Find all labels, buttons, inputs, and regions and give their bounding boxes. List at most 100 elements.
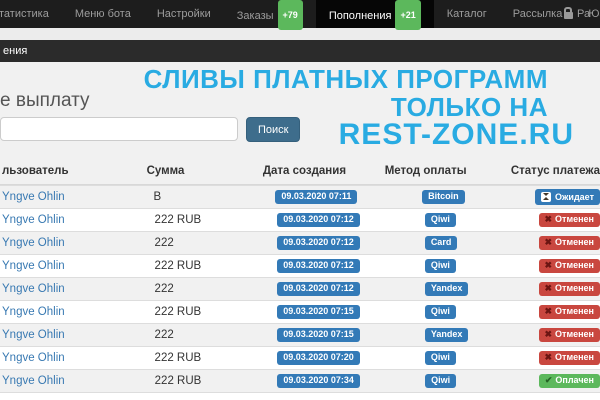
status-label: Отменен bbox=[555, 260, 594, 270]
date-badge: 09.03.2020 07:12 bbox=[277, 282, 360, 297]
status-label: Оплачен bbox=[555, 375, 594, 385]
user-link[interactable]: Yngve Ohlin bbox=[2, 191, 65, 203]
navbar-items: татистика Меню бота Настройки Заказы+79 … bbox=[0, 0, 600, 28]
hourglass-icon bbox=[541, 192, 551, 202]
method-badge: Qiwi bbox=[425, 351, 456, 366]
status-badge-cancelled: ✖Отменен bbox=[539, 236, 600, 251]
nav-item-label: Заказы bbox=[237, 10, 274, 22]
amount-cell: B bbox=[154, 191, 276, 203]
search-button[interactable]: Поиск bbox=[246, 117, 300, 142]
status-badge-cancelled: ✖Отменен bbox=[539, 351, 600, 366]
table-row: Yngve Ohlin 222 RUB 09.03.2020 07:20 Qiw… bbox=[0, 346, 600, 369]
user-link[interactable]: Yngve Ohlin bbox=[2, 329, 65, 341]
page: татистика Меню бота Настройки Заказы+79 … bbox=[0, 0, 600, 400]
logout-label: Ра bbox=[577, 8, 590, 20]
amount-cell: 222 bbox=[155, 237, 278, 249]
header-status: Статус платежа bbox=[503, 165, 600, 177]
amount-cell: 222 RUB bbox=[155, 352, 278, 364]
date-badge: 09.03.2020 07:15 bbox=[277, 328, 360, 343]
table-header-row: льзователь Сумма Дата создания Метод опл… bbox=[0, 158, 600, 185]
amount-cell: 222 bbox=[155, 329, 278, 341]
amount-cell: 222 RUB bbox=[155, 375, 278, 387]
method-badge: Card bbox=[425, 236, 458, 251]
status-badge-pending: Ожидает bbox=[535, 189, 600, 205]
page-title: е выплату bbox=[0, 90, 90, 112]
nav-item-topups[interactable]: Пополнения+21 bbox=[316, 0, 434, 28]
table-row: Yngve Ohlin 222 09.03.2020 07:12 Yandex … bbox=[0, 277, 600, 300]
method-badge: Yandex bbox=[425, 282, 469, 297]
amount-cell: 222 bbox=[155, 283, 278, 295]
watermark-line-2: ТОЛЬКО НА bbox=[391, 92, 548, 123]
cross-icon: ✖ bbox=[545, 237, 553, 247]
header-amount: Сумма bbox=[147, 165, 263, 177]
nav-item-bot-menu[interactable]: Меню бота bbox=[62, 0, 144, 28]
status-label: Ожидает bbox=[555, 192, 594, 202]
lock-icon bbox=[564, 12, 573, 19]
date-badge: 09.03.2020 07:34 bbox=[277, 374, 360, 389]
amount-cell: 222 RUB bbox=[155, 306, 278, 318]
user-link[interactable]: Yngve Ohlin bbox=[2, 352, 65, 364]
header-date: Дата создания bbox=[263, 165, 385, 177]
table-row: Yngve Ohlin 222 RUB 09.03.2020 07:12 Qiw… bbox=[0, 208, 600, 231]
user-link[interactable]: Yngve Ohlin bbox=[2, 306, 65, 318]
date-badge: 09.03.2020 07:12 bbox=[277, 213, 360, 228]
nav-item-orders[interactable]: Заказы +79 bbox=[224, 0, 316, 28]
breadcrumb-bar: ения bbox=[0, 40, 600, 62]
method-badge: Yandex bbox=[425, 328, 469, 343]
watermark-line-3: REST-ZONE.RU bbox=[339, 118, 574, 152]
orders-count-badge: +79 bbox=[278, 0, 303, 30]
user-link[interactable]: Yngve Ohlin bbox=[2, 375, 65, 387]
nav-item-settings[interactable]: Настройки bbox=[144, 0, 224, 28]
breadcrumb: ения bbox=[3, 45, 27, 57]
status-badge-cancelled: ✖Отменен bbox=[539, 259, 600, 274]
cross-icon: ✖ bbox=[545, 306, 553, 316]
table-row: Yngve Ohlin B 09.03.2020 07:11 Bitcoin О… bbox=[0, 185, 600, 208]
status-label: Отменен bbox=[555, 306, 594, 316]
topups-count-badge: +21 bbox=[395, 0, 420, 30]
table-row: Yngve Ohlin 222 RUB 09.03.2020 07:12 Qiw… bbox=[0, 254, 600, 277]
payments-table: льзователь Сумма Дата создания Метод опл… bbox=[0, 158, 600, 400]
method-badge: Qiwi bbox=[425, 259, 456, 274]
user-link[interactable]: Yngve Ohlin bbox=[2, 260, 65, 272]
cross-icon: ✖ bbox=[545, 214, 553, 224]
cross-icon: ✖ bbox=[545, 260, 553, 270]
table-row: Yngve Ohlin 222 RUB 09.03.2020 07:15 Qiw… bbox=[0, 300, 600, 323]
status-label: Отменен bbox=[555, 283, 594, 293]
status-badge-cancelled: ✖Отменен bbox=[539, 305, 600, 320]
status-badge-cancelled: ✖Отменен bbox=[539, 213, 600, 228]
nav-item-statistics[interactable]: татистика bbox=[0, 0, 62, 28]
user-link[interactable]: Yngve Ohlin bbox=[2, 283, 65, 295]
status-label: Отменен bbox=[555, 329, 594, 339]
cross-icon: ✖ bbox=[545, 329, 553, 339]
watermark-line-1: СЛИВЫ ПЛАТНЫХ ПРОГРАММ bbox=[144, 64, 548, 95]
status-label: Отменен bbox=[555, 352, 594, 362]
date-badge: 09.03.2020 07:12 bbox=[277, 259, 360, 274]
status-badge-cancelled: ✖Отменен bbox=[539, 328, 600, 343]
status-badge-paid: ✔Оплачен bbox=[539, 374, 600, 389]
search-input[interactable] bbox=[0, 117, 238, 141]
amount-cell: 222 RUB bbox=[155, 260, 278, 272]
nav-item-label: Пополнения bbox=[329, 10, 392, 22]
date-badge: 09.03.2020 07:12 bbox=[277, 236, 360, 251]
status-label: Отменен bbox=[555, 237, 594, 247]
method-badge: Qiwi bbox=[425, 213, 456, 228]
header-method: Метод оплаты bbox=[385, 165, 503, 177]
method-badge: Qiwi bbox=[425, 374, 456, 389]
nav-item-catalog[interactable]: Каталог bbox=[434, 0, 500, 28]
method-badge: Bitcoin bbox=[422, 190, 465, 205]
table-row: Yngve Ohlin 222 RUB 09.03.2020 07:34 Qiw… bbox=[0, 369, 600, 392]
table-row: Yngve Ohlin 222 09.03.2020 07:12 Card ✖О… bbox=[0, 231, 600, 254]
date-badge: 09.03.2020 07:11 bbox=[275, 190, 357, 205]
amount-cell: 222 RUB bbox=[155, 214, 278, 226]
logout-link[interactable]: Ра bbox=[564, 0, 590, 28]
date-badge: 09.03.2020 07:15 bbox=[277, 305, 360, 320]
method-badge: Qiwi bbox=[425, 305, 456, 320]
table-row-partial bbox=[0, 392, 600, 400]
table-row: Yngve Ohlin 222 09.03.2020 07:15 Yandex … bbox=[0, 323, 600, 346]
cross-icon: ✖ bbox=[545, 283, 553, 293]
user-link[interactable]: Yngve Ohlin bbox=[2, 214, 65, 226]
status-label: Отменен bbox=[555, 214, 594, 224]
user-link[interactable]: Yngve Ohlin bbox=[2, 237, 65, 249]
status-badge-cancelled: ✖Отменен bbox=[539, 282, 600, 297]
top-navbar: татистика Меню бота Настройки Заказы+79 … bbox=[0, 0, 600, 28]
